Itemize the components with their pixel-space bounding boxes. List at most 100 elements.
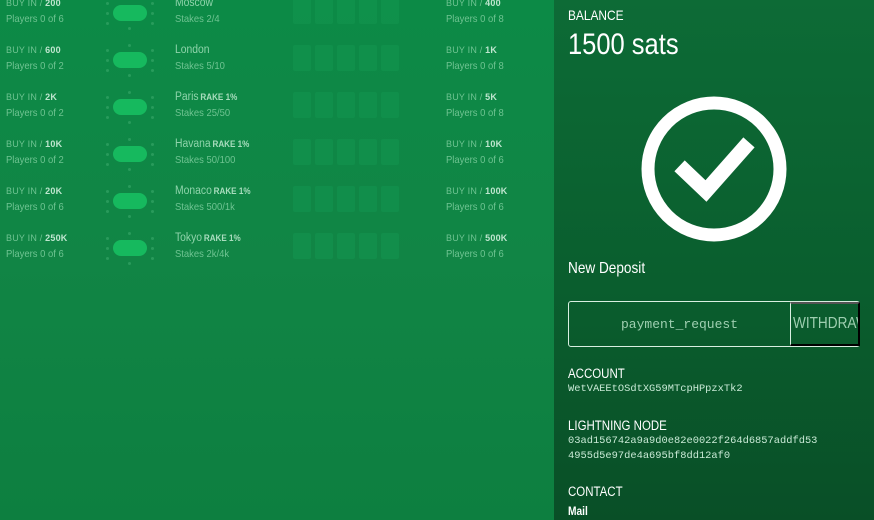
seat-dot <box>106 69 109 72</box>
seat-bar <box>359 92 377 118</box>
seat-dot <box>106 2 109 5</box>
seat-dot <box>151 163 154 166</box>
seat-dot <box>106 96 109 99</box>
seat-bar <box>381 92 399 118</box>
table-name: London <box>175 44 210 56</box>
players-count: Players 0 of 6 <box>6 201 64 213</box>
seat-dot <box>128 121 131 124</box>
payment-request-input[interactable] <box>569 302 790 346</box>
seat-dot <box>151 116 154 119</box>
buyin-text: BUY IN / 250K <box>6 233 68 243</box>
table-pill[interactable] <box>113 5 147 21</box>
table-info: Moscow Stakes 2/4 <box>175 0 290 27</box>
seat-dot <box>106 200 109 203</box>
buyin-column: BUY IN / 10K Players 0 of 2 <box>6 136 101 168</box>
buyin-column-alt: BUY IN / 5K Players 0 of 8 <box>446 89 546 121</box>
table-name: Havana RAKE 1% <box>175 138 250 150</box>
table-info: Monaco RAKE 1% Stakes 500/1k <box>175 183 290 215</box>
seat-dot <box>151 69 154 72</box>
seat-dot <box>151 153 154 156</box>
seat-dot <box>106 153 109 156</box>
seat-dot <box>151 200 154 203</box>
seat-dot <box>151 59 154 62</box>
table-info: Paris RAKE 1% Stakes 25/50 <box>175 89 290 121</box>
seat-bar <box>315 139 333 165</box>
table-row[interactable]: BUY IN / 10K Players 0 of 2 Havana RAKE 1… <box>0 136 554 183</box>
seat-dot <box>128 262 131 265</box>
seat-dot <box>128 91 131 94</box>
poker-table-icon[interactable] <box>104 0 156 30</box>
table-pill[interactable] <box>113 193 147 209</box>
players-count: Players 0 of 2 <box>6 154 64 166</box>
table-row[interactable]: BUY IN / 250K Players 0 of 6 Tokyo RAKE 1… <box>0 230 554 277</box>
table-row[interactable]: BUY IN / 2K Players 0 of 2 Paris RAKE 1% … <box>0 89 554 136</box>
table-pill[interactable] <box>113 99 147 115</box>
seat-dot <box>106 22 109 25</box>
seat-bars <box>293 233 403 259</box>
seat-dot <box>151 210 154 213</box>
seat-dot <box>106 237 109 240</box>
table-pill[interactable] <box>113 146 147 162</box>
seat-dot <box>151 190 154 193</box>
poker-table-icon[interactable] <box>104 138 156 171</box>
buyin-column-alt: BUY IN / 400 Players 0 of 8 <box>446 0 546 27</box>
table-row[interactable]: BUY IN / 600 Players 0 of 2 London Stake… <box>0 42 554 89</box>
table-name: Monaco RAKE 1% <box>175 185 251 197</box>
seat-bar <box>293 186 311 212</box>
withdraw-button[interactable]: WITHDRAW <box>790 302 860 346</box>
seat-bar <box>293 0 311 24</box>
seat-bar <box>315 233 333 259</box>
seat-dot <box>106 12 109 15</box>
seat-dot <box>151 2 154 5</box>
seat-bar <box>337 139 355 165</box>
table-info: London Stakes 5/10 <box>175 42 290 74</box>
poker-table-icon[interactable] <box>104 185 156 218</box>
contact-label: CONTACT <box>568 484 623 499</box>
buyin-text: BUY IN / 5K <box>446 92 498 102</box>
buyin-text: BUY IN / 1K <box>446 45 498 55</box>
table-name: Tokyo RAKE 1% <box>175 232 241 244</box>
seat-dot <box>106 49 109 52</box>
mail-link[interactable]: Mail <box>568 504 591 518</box>
buyin-text: BUY IN / 400 <box>446 0 501 8</box>
players-count: Players 0 of 6 <box>6 13 64 25</box>
seat-dot <box>151 22 154 25</box>
seat-dot <box>151 143 154 146</box>
rake-badge: RAKE 1% <box>213 186 251 196</box>
seat-bars <box>293 92 403 118</box>
seat-bar <box>381 45 399 71</box>
table-stakes: Stakes 2/4 <box>175 13 220 25</box>
seat-dot <box>128 138 131 141</box>
poker-table-icon[interactable] <box>104 232 156 265</box>
seat-bar <box>381 186 399 212</box>
table-name: Moscow <box>175 0 213 9</box>
seat-dot <box>106 247 109 250</box>
players-count: Players 0 of 8 <box>446 13 504 25</box>
buyin-text: BUY IN / 200 <box>6 0 61 8</box>
table-pill[interactable] <box>113 240 147 256</box>
poker-table-icon[interactable] <box>104 91 156 124</box>
seat-dot <box>151 96 154 99</box>
seat-dot <box>106 143 109 146</box>
buyin-column-alt: BUY IN / 10K Players 0 of 6 <box>446 136 546 168</box>
seat-bar <box>315 186 333 212</box>
table-row[interactable]: BUY IN / 200 Players 0 of 6 Moscow Stake… <box>0 0 554 42</box>
table-pill[interactable] <box>113 52 147 68</box>
seat-bar <box>359 186 377 212</box>
seat-bar <box>293 45 311 71</box>
new-deposit-link[interactable]: New Deposit <box>568 260 659 278</box>
table-row[interactable]: BUY IN / 20K Players 0 of 6 Monaco RAKE 1… <box>0 183 554 230</box>
seat-dot <box>106 106 109 109</box>
players-count: Players 0 of 6 <box>446 248 504 260</box>
table-lobby: BUY IN / 200 Players 0 of 6 Moscow Stake… <box>0 0 554 520</box>
seat-bar <box>381 139 399 165</box>
players-count: Players 0 of 8 <box>446 107 504 119</box>
balance-label: BALANCE <box>568 7 624 23</box>
poker-table-icon[interactable] <box>104 44 156 77</box>
seat-bar <box>381 233 399 259</box>
seat-bar <box>293 233 311 259</box>
lightning-node-label: LIGHTNING NODE <box>568 418 667 433</box>
seat-dot <box>106 59 109 62</box>
buyin-column-alt: BUY IN / 500K Players 0 of 6 <box>446 230 546 262</box>
rake-badge: RAKE 1% <box>200 92 238 102</box>
